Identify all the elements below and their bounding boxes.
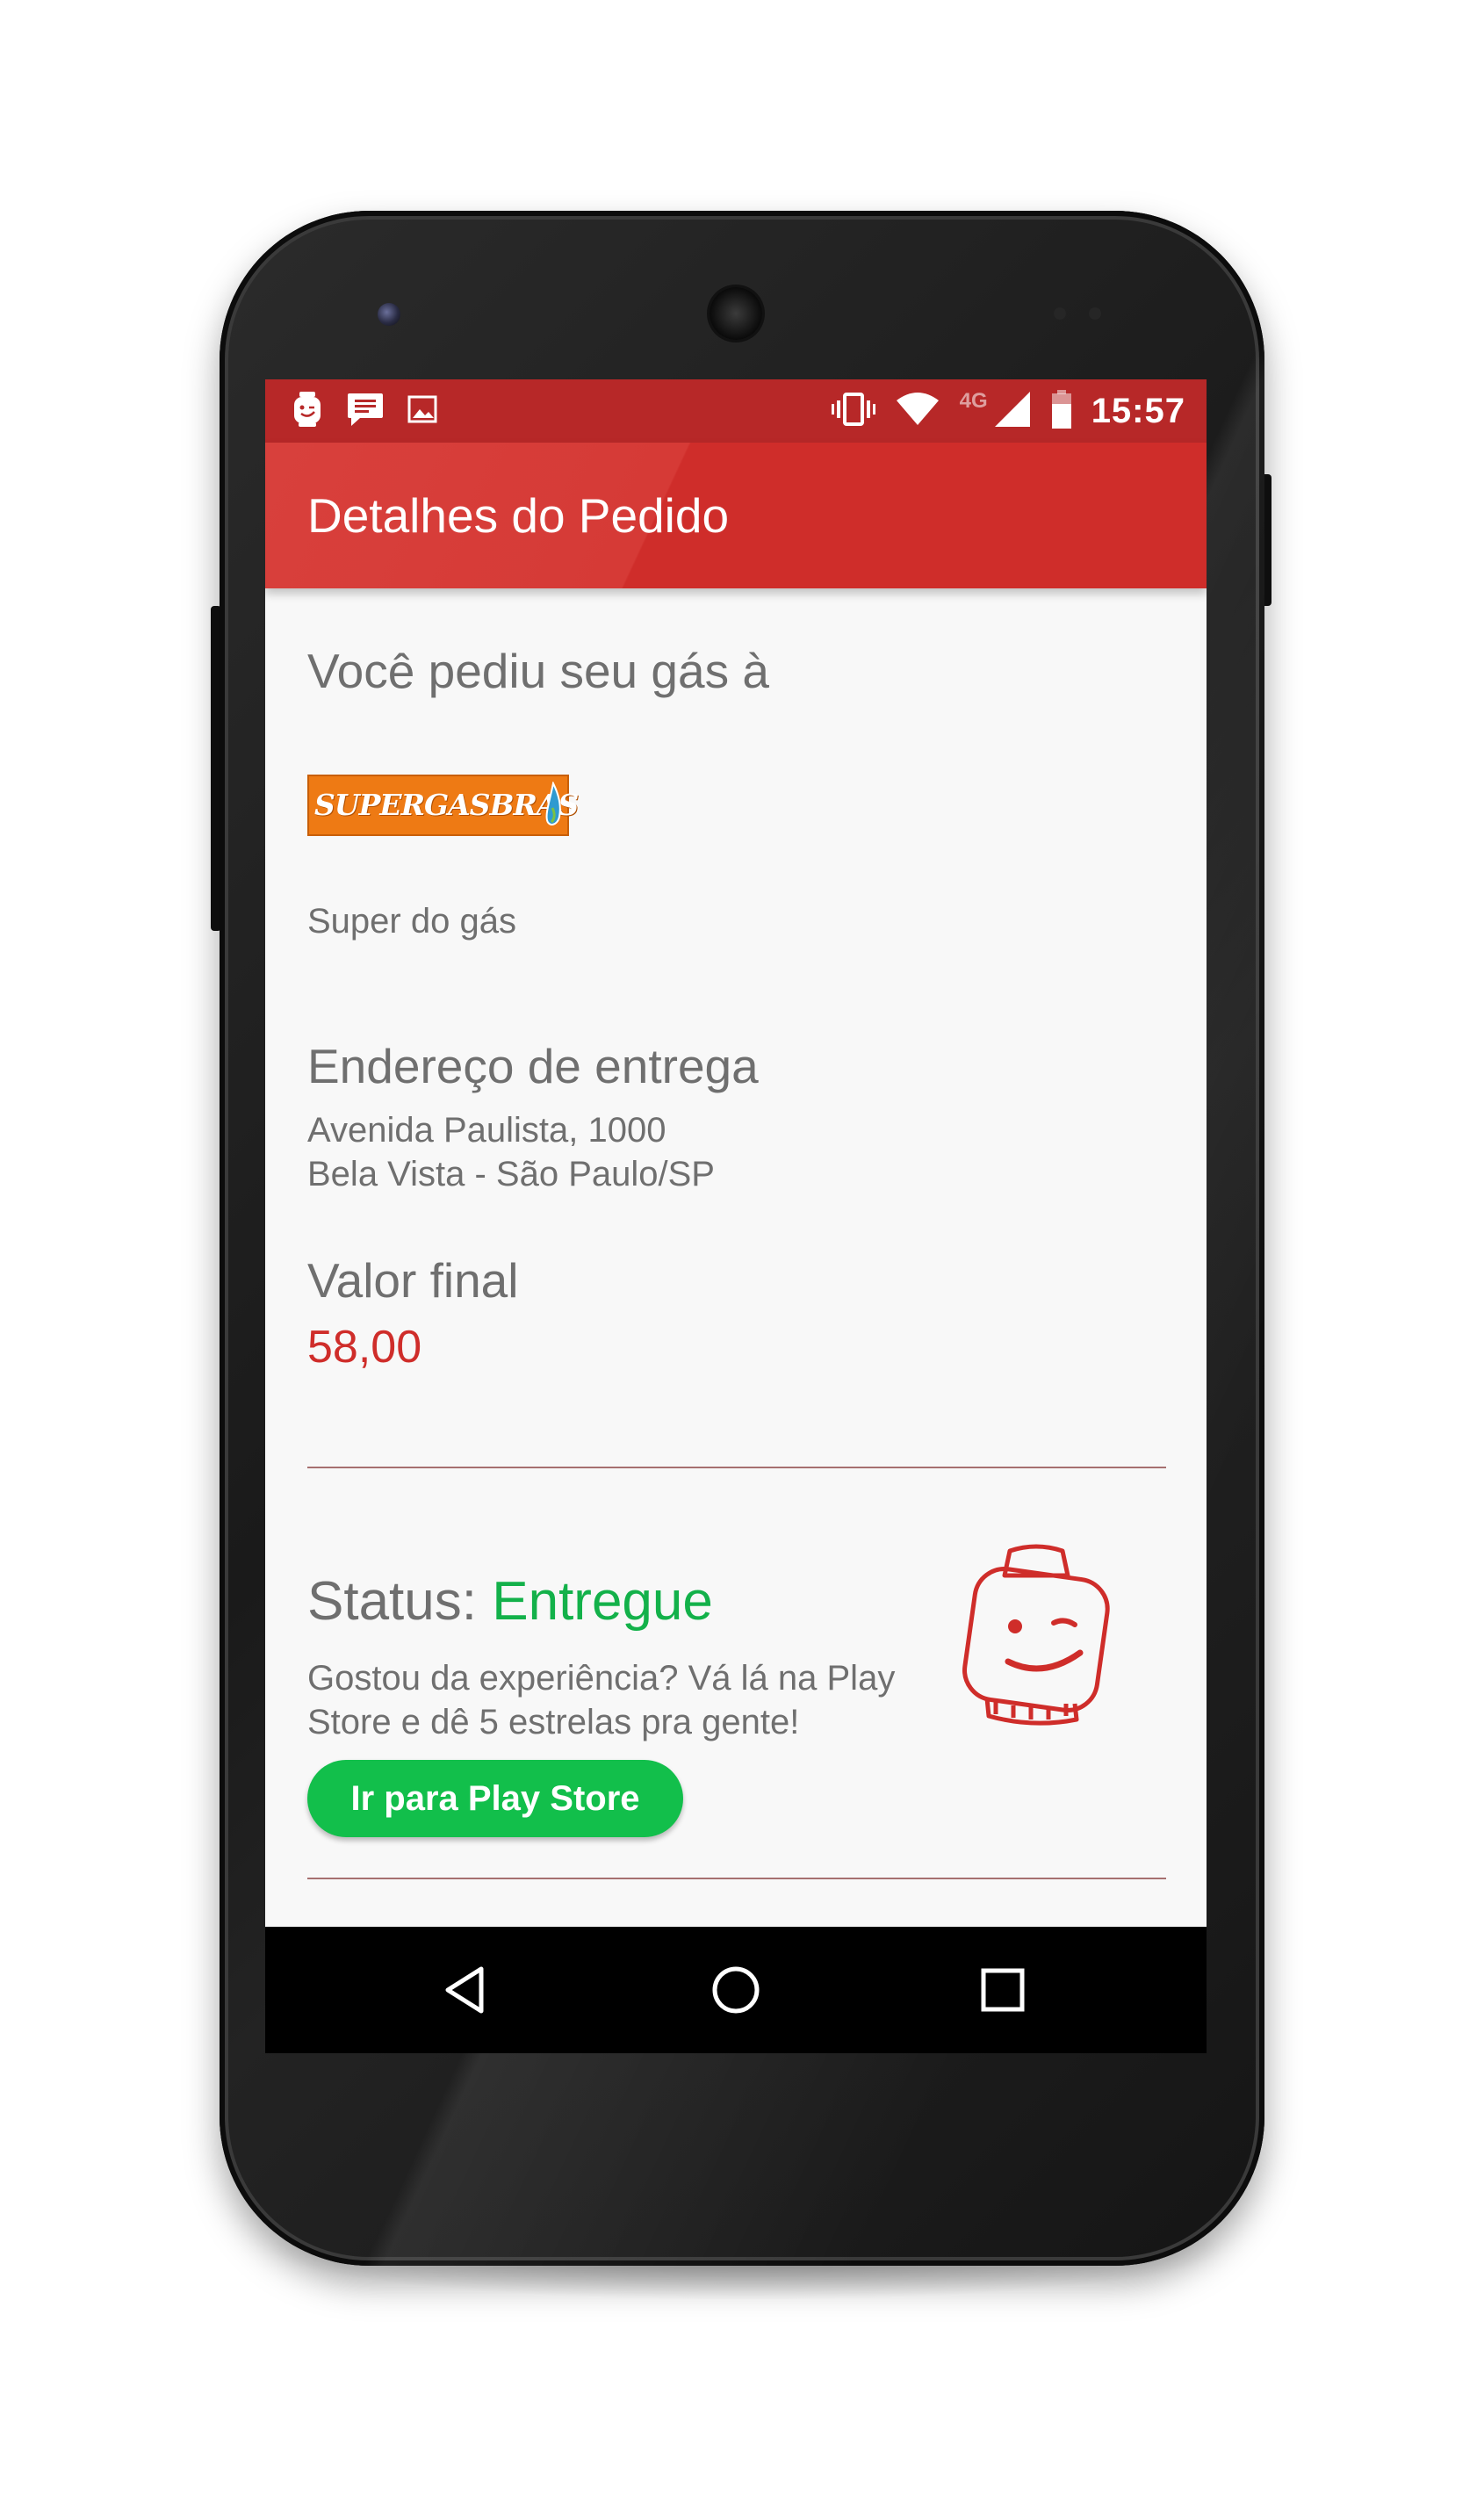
screen: 4G 15:57 Detalhes do Pedido Você pediu s…	[265, 379, 1207, 2053]
address-line-1: Avenida Paulista, 1000	[307, 1111, 666, 1150]
rating-message-line-2: Store e dê 5 estrelas pra gente!	[307, 1703, 800, 1741]
status-label: Status:	[307, 1571, 477, 1632]
device-mockup: 4G 15:57 Detalhes do Pedido Você pediu s…	[0, 0, 1484, 2509]
divider-bottom	[307, 1878, 1166, 1879]
wifi-icon	[895, 392, 940, 431]
order-value: 58,00	[307, 1322, 422, 1373]
signal-icon	[993, 390, 1032, 433]
navigation-bar	[265, 1927, 1207, 2053]
clock: 15:57	[1091, 391, 1185, 430]
network-type-label: 4G	[959, 389, 988, 413]
mascot-notification-icon	[292, 390, 323, 433]
front-camera	[378, 303, 400, 326]
battery-icon	[1051, 389, 1072, 433]
message-icon	[346, 391, 385, 432]
supplier-logo-text: SUPERGASBRAS	[314, 788, 579, 822]
status-bar: 4G 15:57	[265, 379, 1207, 443]
earpiece-speaker	[710, 287, 762, 340]
supplier-logo: SUPERGASBRAS	[307, 775, 579, 836]
play-store-button[interactable]: Ir para Play Store	[307, 1760, 683, 1837]
divider-top	[307, 1467, 1166, 1468]
order-status: Status: Entregue	[307, 1570, 713, 1633]
supplier-name: Super do gás	[307, 902, 516, 941]
value-heading: Valor final	[307, 1253, 519, 1308]
order-intro-text: Você pediu seu gás à	[307, 644, 769, 698]
rating-message-line-1: Gostou da experiência? Vá lá na Play	[307, 1659, 896, 1698]
status-value: Entregue	[492, 1571, 713, 1632]
proximity-sensor	[1054, 307, 1066, 320]
address-heading: Endereço de entrega	[307, 1039, 759, 1093]
gas-drop-icon	[544, 780, 562, 835]
vibrate-icon	[831, 392, 875, 431]
back-icon[interactable]	[441, 1964, 493, 2016]
recents-icon[interactable]	[976, 1964, 1029, 2016]
image-icon	[407, 394, 437, 429]
gas-mascot-icon	[957, 1542, 1115, 1735]
app-bar: Detalhes do Pedido	[265, 443, 1207, 588]
home-icon[interactable]	[710, 1964, 762, 2016]
page-title: Detalhes do Pedido	[307, 488, 730, 543]
address-line-2: Bela Vista - São Paulo/SP	[307, 1155, 715, 1193]
light-sensor	[1089, 307, 1101, 320]
